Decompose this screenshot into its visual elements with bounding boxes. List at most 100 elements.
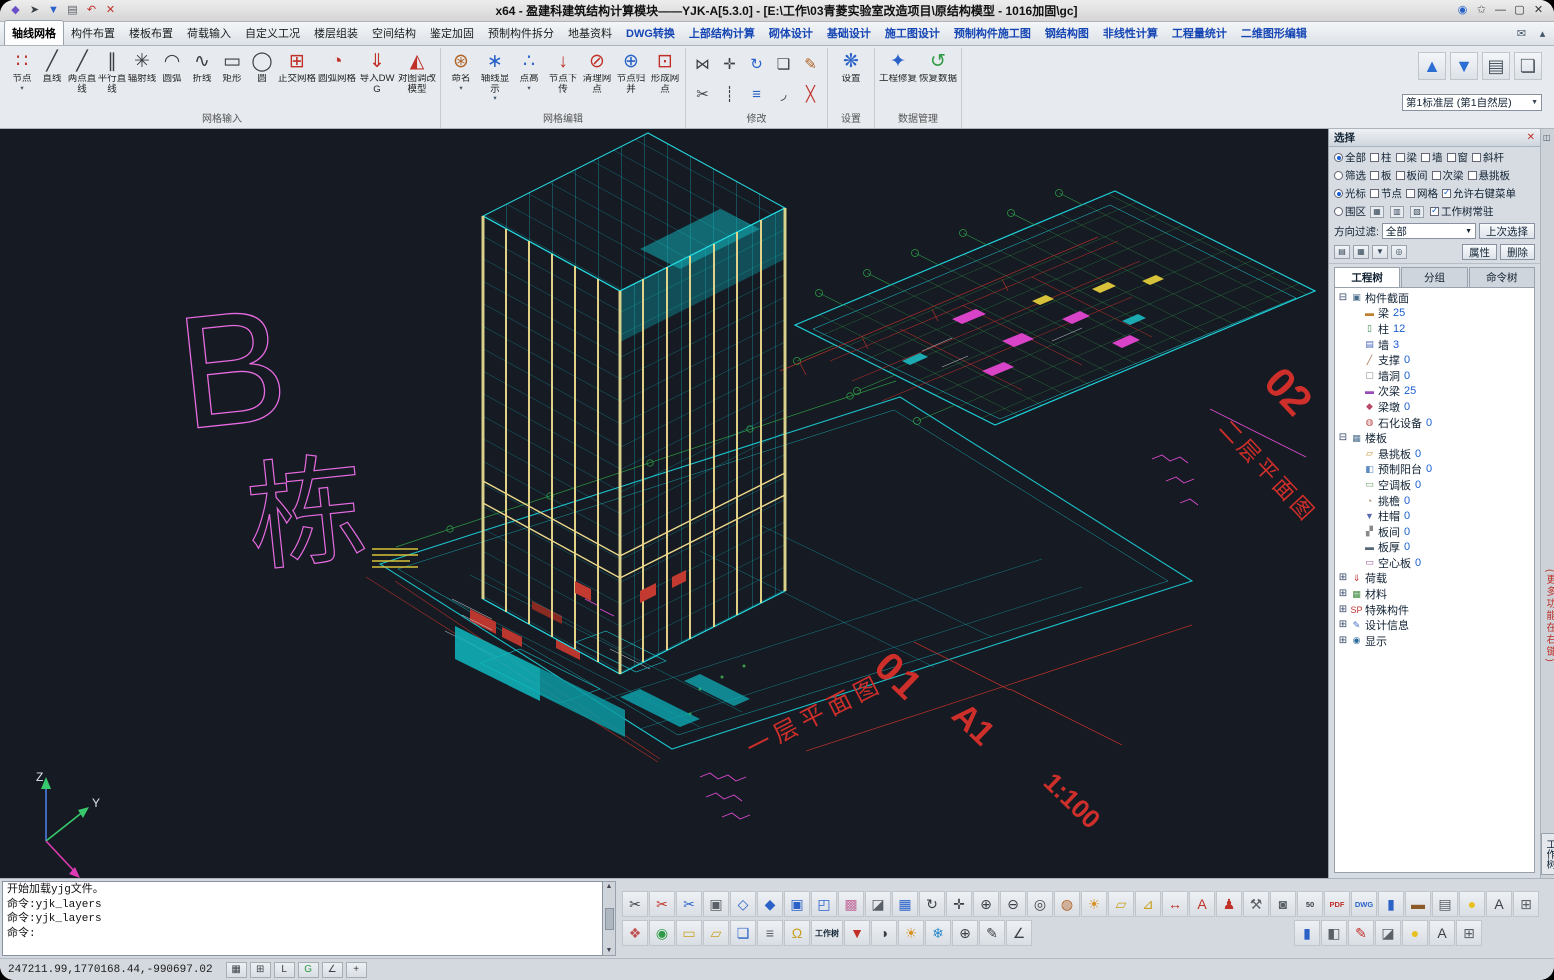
checkbox[interactable] — [1396, 171, 1405, 180]
status-toggle[interactable]: L — [274, 962, 295, 978]
tree-node[interactable]: ▼ 柱帽 0 — [1335, 508, 1534, 524]
toolbar-icon[interactable]: ⊿ — [1135, 891, 1161, 917]
panel-tool-icon[interactable]: ◎ — [1391, 245, 1407, 259]
filter-option[interactable]: 筛选 — [1334, 168, 1366, 183]
toolbar-icon[interactable]: ↻ — [919, 891, 945, 917]
checkbox[interactable] — [1334, 189, 1343, 198]
ribbon-button[interactable]: ◔ 圆弧网格 — [317, 48, 357, 92]
tabbar-icon[interactable]: ✉ — [1514, 27, 1529, 42]
filter-option[interactable]: 全部 — [1334, 150, 1366, 165]
toolbar-icon[interactable]: ▮ — [1294, 920, 1320, 946]
expand-icon[interactable]: ⊟ — [1338, 433, 1348, 443]
tree-node[interactable]: ▬ 次梁 25 — [1335, 384, 1534, 400]
ribbon-tab[interactable]: 二维图形编辑 — [1234, 21, 1314, 45]
window-control-icon[interactable]: — — [1493, 3, 1508, 18]
ribbon-tab[interactable]: 施工图设计 — [878, 21, 947, 45]
toolbar-icon[interactable]: A — [1429, 920, 1455, 946]
toolbar-icon[interactable]: ✎ — [979, 920, 1005, 946]
toolbar-icon[interactable]: ▩ — [838, 891, 864, 917]
window-control-icon[interactable]: ✩ — [1474, 3, 1489, 18]
titlebar-icon[interactable]: ▤ — [65, 3, 80, 18]
filter-option[interactable]: ▥ — [1390, 206, 1406, 218]
expand-icon[interactable]: ⊞ — [1338, 589, 1348, 599]
ribbon-button[interactable]: ⊕ 节点归并 — [614, 48, 648, 102]
toolbar-icon[interactable]: ⊖ — [1000, 891, 1026, 917]
checkbox[interactable] — [1406, 189, 1415, 198]
toolbar-icon[interactable]: ◪ — [865, 891, 891, 917]
checkbox[interactable] — [1430, 207, 1439, 216]
filter-option[interactable]: 斜杆 — [1472, 150, 1504, 165]
scroll-thumb[interactable] — [605, 908, 614, 930]
titlebar-icon[interactable]: ◆ — [8, 3, 23, 18]
toolbar-icon[interactable]: ◙ — [1270, 891, 1296, 917]
toolbar-icon[interactable]: ⚒ — [1243, 891, 1269, 917]
expand-icon[interactable]: ⊞ — [1338, 573, 1348, 583]
toolbar-icon[interactable]: ▮ — [1378, 891, 1404, 917]
toolbar-icon[interactable]: 工作树 — [811, 920, 843, 946]
modify-tool-icon[interactable]: ✂ — [689, 81, 716, 109]
filter-option[interactable]: ▧ — [1410, 206, 1426, 218]
titlebar-icon[interactable]: ↶ — [84, 3, 99, 18]
panel-tool-icon[interactable]: ▼ — [1372, 245, 1388, 259]
modify-tool-icon[interactable]: ≡ — [743, 81, 770, 109]
filter-option[interactable]: 工作树常驻 — [1430, 204, 1494, 219]
checkbox[interactable]: ▧ — [1410, 206, 1424, 218]
ribbon-button[interactable]: ⇓ 导入DWG — [357, 48, 397, 102]
ribbon-button[interactable]: ❋ 设置 — [831, 48, 871, 85]
ribbon-button[interactable]: ⊡ 形成网点 — [648, 48, 682, 102]
ribbon-tab[interactable]: 地基资料 — [561, 21, 619, 45]
modify-tool-icon[interactable]: ↻ — [743, 51, 770, 79]
floor-nav-icon[interactable]: ❏ — [1514, 52, 1542, 80]
ribbon-button[interactable]: ↺ 恢复数据 — [918, 48, 958, 85]
status-toggle[interactable]: ⊞ — [250, 962, 271, 978]
checkbox[interactable] — [1370, 153, 1379, 162]
ribbon-button[interactable]: ∗ 轴线显示 ▾ — [478, 48, 512, 102]
tree-node[interactable]: ⊞ ◉ 显示 — [1335, 633, 1534, 649]
toolbar-icon[interactable]: ▱ — [703, 920, 729, 946]
ribbon-tab[interactable]: 鉴定加固 — [423, 21, 481, 45]
ribbon-tab[interactable]: 上部结构计算 — [682, 21, 762, 45]
checkbox[interactable] — [1370, 171, 1379, 180]
tree-node[interactable]: ▬ 梁 25 — [1335, 306, 1534, 322]
toolbar-icon[interactable]: PDF — [1324, 891, 1350, 917]
checkbox[interactable] — [1472, 153, 1481, 162]
filter-option[interactable]: 柱 — [1370, 150, 1392, 165]
tree-node[interactable]: ▬ 板厚 0 — [1335, 540, 1534, 556]
checkbox[interactable] — [1370, 189, 1379, 198]
ribbon-tab[interactable]: 楼层组装 — [307, 21, 365, 45]
checkbox[interactable] — [1334, 207, 1343, 216]
ribbon-button[interactable]: ╱ 两点直线 — [67, 48, 97, 102]
ribbon-tab[interactable]: 轴线网格 — [4, 20, 64, 45]
toolbar-icon[interactable]: ▤ — [1432, 891, 1458, 917]
checkbox[interactable] — [1334, 153, 1343, 162]
panel-tool-icon[interactable]: ▤ — [1334, 245, 1350, 259]
delete-button[interactable]: 删除 — [1500, 244, 1535, 260]
modify-tool-icon[interactable]: ✎ — [797, 51, 824, 79]
scroll-down-icon[interactable]: ▼ — [606, 947, 613, 954]
tree-node[interactable]: ▱ 悬挑板 0 — [1335, 446, 1534, 462]
floor-nav-icon[interactable]: ▼ — [1450, 52, 1478, 80]
toolbar-icon[interactable]: ❏ — [730, 920, 756, 946]
expand-icon[interactable]: ⊞ — [1338, 620, 1348, 630]
checkbox[interactable] — [1421, 153, 1430, 162]
window-control-icon[interactable]: ◉ — [1455, 3, 1470, 18]
toolbar-icon[interactable]: ≡ — [757, 920, 783, 946]
status-toggle[interactable]: ∠ — [322, 962, 343, 978]
toolbar-icon[interactable]: ⊕ — [952, 920, 978, 946]
ribbon-button[interactable]: ╱ 直线 — [37, 48, 67, 92]
toolbar-icon[interactable]: ⊞ — [1456, 920, 1482, 946]
toolbar-icon[interactable]: ◰ — [811, 891, 837, 917]
toolbar-icon[interactable]: ◍ — [1054, 891, 1080, 917]
checkbox[interactable] — [1468, 171, 1477, 180]
expand-icon[interactable]: ⊞ — [1338, 605, 1348, 615]
tree-node[interactable]: ⊞ SP 特殊构件 — [1335, 602, 1534, 618]
modify-tool-icon[interactable]: ◞ — [770, 81, 797, 109]
tree-node[interactable]: ▞ 板间 0 — [1335, 524, 1534, 540]
toolbar-icon[interactable]: DWG — [1351, 891, 1377, 917]
ribbon-button[interactable]: ∿ 折线 — [187, 48, 217, 92]
toolbar-icon[interactable]: ● — [1459, 891, 1485, 917]
toolbar-icon[interactable]: ▣ — [703, 891, 729, 917]
titlebar-icon[interactable]: ▼ — [46, 3, 61, 18]
last-selection-button[interactable]: 上次选择 — [1479, 223, 1535, 239]
toolbar-icon[interactable]: ● — [1402, 920, 1428, 946]
